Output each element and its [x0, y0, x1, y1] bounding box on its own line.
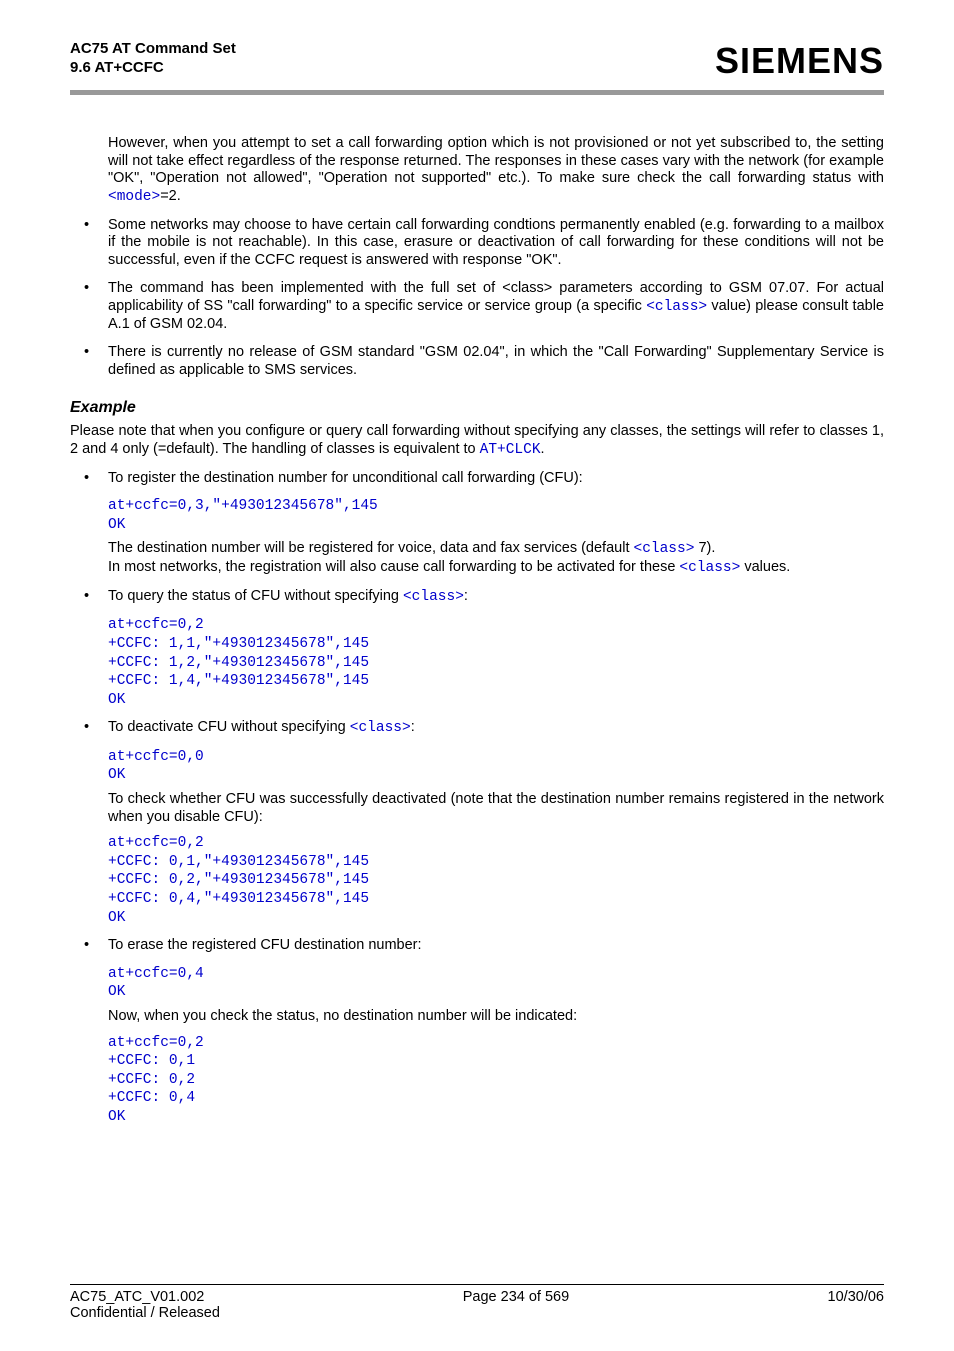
header-left: AC75 AT Command Set 9.6 AT+CCFC: [70, 40, 236, 78]
mode-link[interactable]: <mode>: [108, 189, 160, 205]
class-link[interactable]: <class>: [679, 560, 740, 576]
example-intro-post: .: [541, 441, 545, 457]
mid-para: Now, when you check the status, no desti…: [108, 1008, 884, 1026]
bullet-item: Some networks may choose to have certain…: [70, 217, 884, 270]
footer-left: AC75_ATC_V01.002: [70, 1289, 204, 1305]
bullet-text: To erase the registered CFU destination …: [108, 937, 422, 953]
code-block: at+ccfc=0,0 OK: [108, 748, 884, 785]
code-block: at+ccfc=0,2 +CCFC: 1,1,"+493012345678",1…: [108, 616, 884, 709]
intro-tail: =2.: [160, 188, 181, 204]
example-bullet-list: To register the destination number for u…: [70, 470, 884, 488]
footer-row-2: Confidential / Released: [70, 1305, 884, 1321]
footer-right: 10/30/06: [828, 1289, 884, 1305]
atclck-link[interactable]: AT+CLCK: [480, 442, 541, 458]
class-link[interactable]: <class>: [634, 541, 695, 557]
text: The destination number will be registere…: [108, 540, 634, 556]
text: :: [464, 588, 468, 604]
bullet-item: The command has been implemented with th…: [70, 280, 884, 334]
after-code-para: The destination number will be registere…: [108, 540, 884, 577]
example-intro: Please note that when you configure or q…: [70, 423, 884, 459]
bullet-text: To register the destination number for u…: [108, 470, 583, 486]
code-block: at+ccfc=0,3,"+493012345678",145 OK: [108, 497, 884, 534]
class-link[interactable]: <class>: [403, 589, 464, 605]
header-divider: [70, 90, 884, 95]
footer-center: Page 234 of 569: [463, 1289, 569, 1305]
example-bullet-list: To deactivate CFU without specifying <cl…: [70, 719, 884, 738]
text: To query the status of CFU without speci…: [108, 588, 403, 604]
intro-text: However, when you attempt to set a call …: [108, 135, 884, 186]
text: To deactivate CFU without specifying: [108, 719, 350, 735]
bullet-item: To query the status of CFU without speci…: [70, 588, 884, 607]
top-bullet-list: Some networks may choose to have certain…: [70, 217, 884, 380]
bullet-item: To erase the registered CFU destination …: [70, 937, 884, 955]
example-intro-pre: Please note that when you configure or q…: [70, 423, 884, 457]
class-link[interactable]: <class>: [350, 720, 411, 736]
class-link[interactable]: <class>: [646, 299, 707, 315]
text: values.: [740, 559, 790, 575]
bullet-item: There is currently no release of GSM sta…: [70, 344, 884, 379]
footer-divider: [70, 1284, 884, 1285]
text: :: [411, 719, 415, 735]
bullet-text: There is currently no release of GSM sta…: [108, 344, 884, 378]
doc-section: 9.6 AT+CCFC: [70, 59, 236, 78]
brand-logo: SIEMENS: [715, 40, 884, 82]
code-block: at+ccfc=0,2 +CCFC: 0,1 +CCFC: 0,2 +CCFC:…: [108, 1034, 884, 1127]
doc-title: AC75 AT Command Set: [70, 40, 236, 59]
example-bullet-list: To query the status of CFU without speci…: [70, 588, 884, 607]
code-block: at+ccfc=0,4 OK: [108, 965, 884, 1002]
bullet-item: To deactivate CFU without specifying <cl…: [70, 719, 884, 738]
code-block: at+ccfc=0,2 +CCFC: 0,1,"+493012345678",1…: [108, 834, 884, 927]
bullet-text: Some networks may choose to have certain…: [108, 217, 884, 268]
mid-para: To check whether CFU was successfully de…: [108, 791, 884, 826]
footer-left2: Confidential / Released: [70, 1305, 220, 1321]
example-bullet-list: To erase the registered CFU destination …: [70, 937, 884, 955]
intro-paragraph: However, when you attempt to set a call …: [108, 135, 884, 207]
page-footer: AC75_ATC_V01.002 Page 234 of 569 10/30/0…: [70, 1284, 884, 1321]
example-heading: Example: [70, 399, 884, 417]
footer-row: AC75_ATC_V01.002 Page 234 of 569 10/30/0…: [70, 1289, 884, 1305]
bullet-item: To register the destination number for u…: [70, 470, 884, 488]
page-header: AC75 AT Command Set 9.6 AT+CCFC SIEMENS: [70, 40, 884, 82]
